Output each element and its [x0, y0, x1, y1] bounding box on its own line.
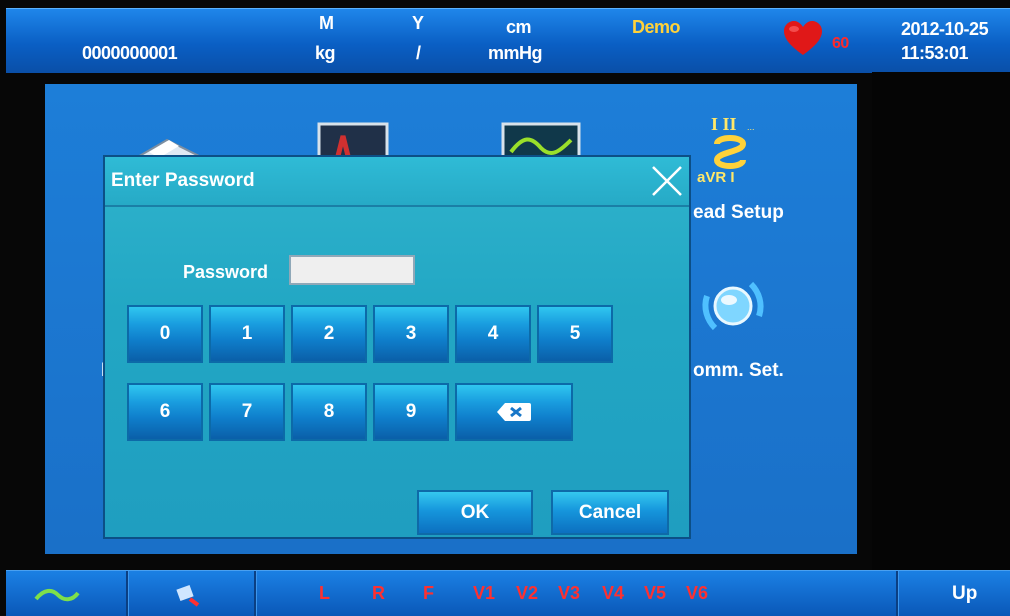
- date: 2012-10-25: [901, 19, 989, 39]
- password-label: Password: [183, 262, 269, 282]
- wave-icon[interactable]: [34, 587, 80, 603]
- cancel-button[interactable]: Cancel: [551, 490, 669, 535]
- height-unit: cm: [506, 17, 532, 37]
- key-4[interactable]: 4: [455, 305, 531, 363]
- age-unit: Y: [412, 13, 424, 33]
- divider: [254, 571, 256, 616]
- key-0[interactable]: 0: [127, 305, 203, 363]
- lead-indicator: L: [319, 583, 330, 603]
- key-9[interactable]: 9: [373, 383, 449, 441]
- bottom-bar: L R F V1 V2 V3 V4 V5 V6 Up: [6, 570, 1010, 616]
- key-2[interactable]: 2: [291, 305, 367, 363]
- close-icon[interactable]: [647, 161, 687, 201]
- tool-icon[interactable]: [172, 583, 202, 607]
- key-6[interactable]: 6: [127, 383, 203, 441]
- lead-indicator: V2: [516, 583, 539, 603]
- gender: M: [319, 13, 334, 33]
- ok-button[interactable]: OK: [417, 490, 533, 535]
- password-input[interactable]: [289, 255, 415, 285]
- lead-indicator: V4: [602, 583, 625, 603]
- status-bar: 0000000001 M Y cm kg / mmHg Demo 60 2012…: [6, 8, 1010, 73]
- backspace-icon: [497, 403, 531, 421]
- divider: [126, 571, 128, 616]
- weight-unit: kg: [315, 43, 336, 63]
- svg-text:...: ...: [747, 122, 755, 132]
- lead-setup-label[interactable]: ead Setup: [693, 202, 784, 224]
- lead-indicator: R: [372, 583, 385, 603]
- divider: [896, 571, 898, 616]
- lead-setup-icon[interactable]: I II ... aVR I: [695, 108, 775, 188]
- lead-indicator: V6: [686, 583, 709, 603]
- backspace-button[interactable]: [455, 383, 573, 441]
- separator: /: [416, 43, 421, 63]
- password-dialog: Enter Password Password 0 1 2 3 4 5 6 7 …: [103, 155, 691, 539]
- key-7[interactable]: 7: [209, 383, 285, 441]
- key-5[interactable]: 5: [537, 305, 613, 363]
- svg-text:aVR I: aVR I: [697, 169, 735, 186]
- mode-indicator: Demo: [632, 17, 681, 37]
- lead-indicator: F: [423, 583, 434, 603]
- patient-id: 0000000001: [82, 43, 178, 63]
- lead-indicator: V3: [558, 583, 581, 603]
- right-panel: [872, 72, 1010, 572]
- heart-icon: [784, 21, 822, 55]
- heart-rate: 60: [832, 35, 849, 52]
- svg-text:I II: I II: [711, 114, 737, 134]
- lead-indicator: V1: [473, 583, 496, 603]
- dialog-title-bar: Enter Password: [105, 157, 689, 207]
- key-3[interactable]: 3: [373, 305, 449, 363]
- key-8[interactable]: 8: [291, 383, 367, 441]
- bp-unit: mmHg: [488, 43, 543, 63]
- lead-indicator: V5: [644, 583, 667, 603]
- up-button[interactable]: Up: [952, 583, 977, 605]
- comm-set-label[interactable]: omm. Set.: [693, 360, 784, 382]
- dialog-title: Enter Password: [111, 170, 255, 191]
- time: 11:53:01: [901, 43, 969, 63]
- communication-globe-icon[interactable]: [693, 274, 773, 338]
- device-screen: 0000000001 M Y cm kg / mmHg Demo 60 2012…: [0, 0, 1010, 616]
- key-1[interactable]: 1: [209, 305, 285, 363]
